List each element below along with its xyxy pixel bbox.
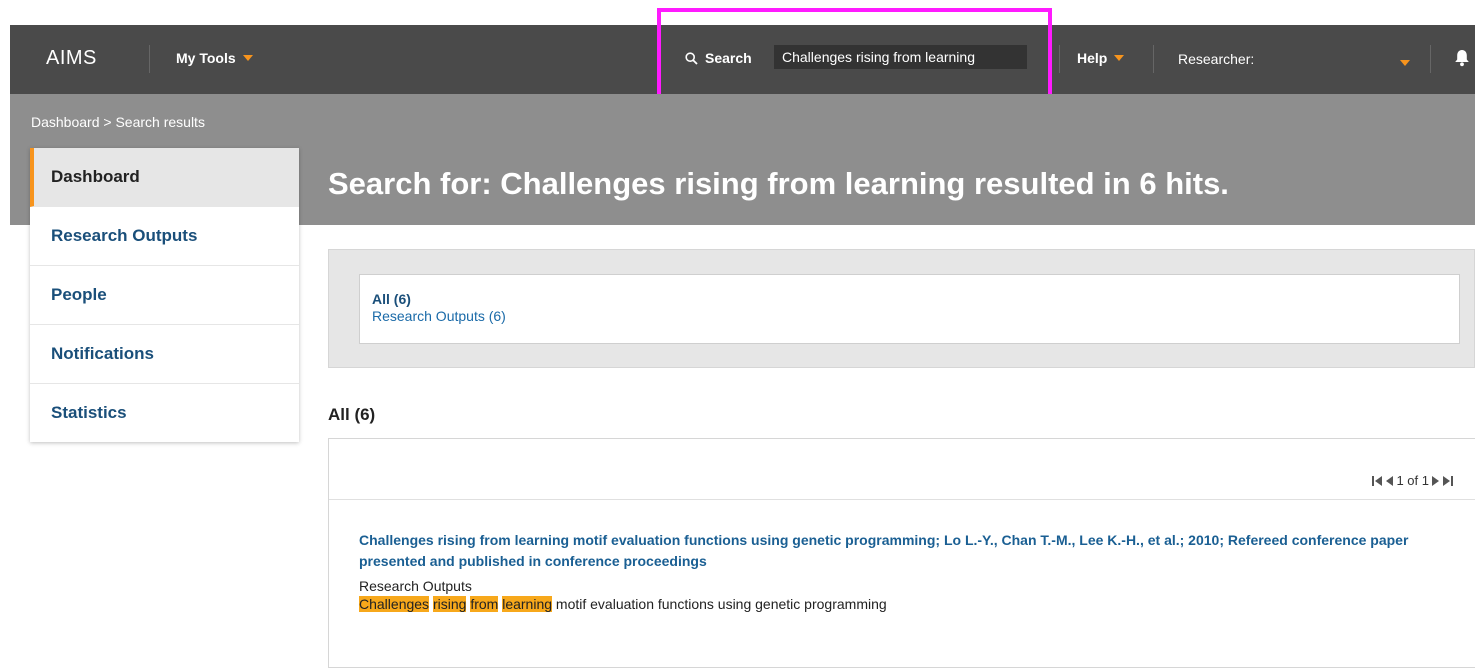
filter-box: All (6) Research Outputs (6) (359, 274, 1460, 344)
first-page-button[interactable] (1372, 475, 1383, 486)
researcher-label: Researcher: (1178, 51, 1255, 67)
bell-icon (1455, 50, 1469, 67)
chevron-down-icon (242, 55, 253, 61)
prev-page-icon (1386, 475, 1394, 486)
sidebar-item-statistics[interactable]: Statistics (30, 384, 299, 442)
pagination: 1 of 1 (1372, 473, 1453, 488)
sidebar-item-dashboard[interactable]: Dashboard (30, 148, 299, 207)
result-type: Research Outputs (359, 578, 472, 594)
divider (1059, 45, 1060, 73)
search-label: Search (705, 50, 752, 66)
result-title-link[interactable]: Challenges rising from learning motif ev… (359, 530, 1439, 572)
next-page-icon (1432, 475, 1439, 486)
search-button[interactable]: Search (685, 50, 752, 66)
prev-page-button[interactable] (1385, 475, 1394, 486)
researcher-menu[interactable] (1393, 55, 1410, 71)
search-input[interactable] (774, 45, 1027, 69)
my-tools-label: My Tools (176, 50, 236, 66)
brand-logo[interactable]: AIMS (46, 47, 97, 70)
breadcrumb-current: Search results (115, 114, 205, 130)
results-panel: 1 of 1 Challenges rising from learning m… (328, 438, 1475, 668)
divider (1153, 45, 1154, 73)
chevron-down-icon (1400, 60, 1410, 66)
filter-research-outputs-link[interactable]: Research Outputs (6) (372, 308, 1447, 325)
snippet-highlight: rising (432, 596, 467, 612)
sidebar-item-research-outputs[interactable]: Research Outputs (30, 207, 299, 266)
breadcrumb: Dashboard > Search results (31, 114, 205, 130)
sidebar-item-notifications[interactable]: Notifications (30, 325, 299, 384)
notifications-button[interactable] (1454, 49, 1470, 70)
breadcrumb-dashboard-link[interactable]: Dashboard (31, 114, 100, 130)
divider (149, 45, 150, 73)
help-label: Help (1077, 50, 1108, 66)
snippet-text: motif evaluation functions using genetic… (552, 596, 887, 612)
last-page-icon (1443, 475, 1453, 486)
last-page-button[interactable] (1443, 475, 1453, 486)
snippet-highlight: learning (502, 596, 553, 612)
snippet-highlight: Challenges (359, 596, 430, 612)
snippet-highlight: from (470, 596, 499, 612)
top-navbar: AIMS My Tools Search Help Researcher: (10, 25, 1475, 94)
help-menu[interactable]: Help (1077, 50, 1125, 66)
page-indicator: 1 of 1 (1396, 473, 1429, 488)
filter-all-link[interactable]: All (6) (372, 291, 1447, 308)
page-title: Search for: Challenges rising from learn… (328, 166, 1229, 201)
pager-row: 1 of 1 (329, 439, 1475, 500)
list-item: Challenges rising from learning motif ev… (359, 530, 1439, 612)
search-icon (685, 51, 698, 65)
chevron-down-icon (1114, 55, 1125, 61)
section-title: All (6) (328, 405, 376, 424)
breadcrumb-separator: > (99, 114, 116, 130)
result-snippet: Challenges rising from learning motif ev… (359, 596, 1439, 612)
sidebar-item-people[interactable]: People (30, 266, 299, 325)
my-tools-menu[interactable]: My Tools (176, 50, 253, 66)
divider (1430, 45, 1431, 73)
filter-panel: All (6) Research Outputs (6) (328, 249, 1475, 368)
sidebar-nav: Dashboard Research Outputs People Notifi… (30, 148, 299, 442)
first-page-icon (1372, 475, 1383, 486)
next-page-button[interactable] (1432, 475, 1440, 486)
